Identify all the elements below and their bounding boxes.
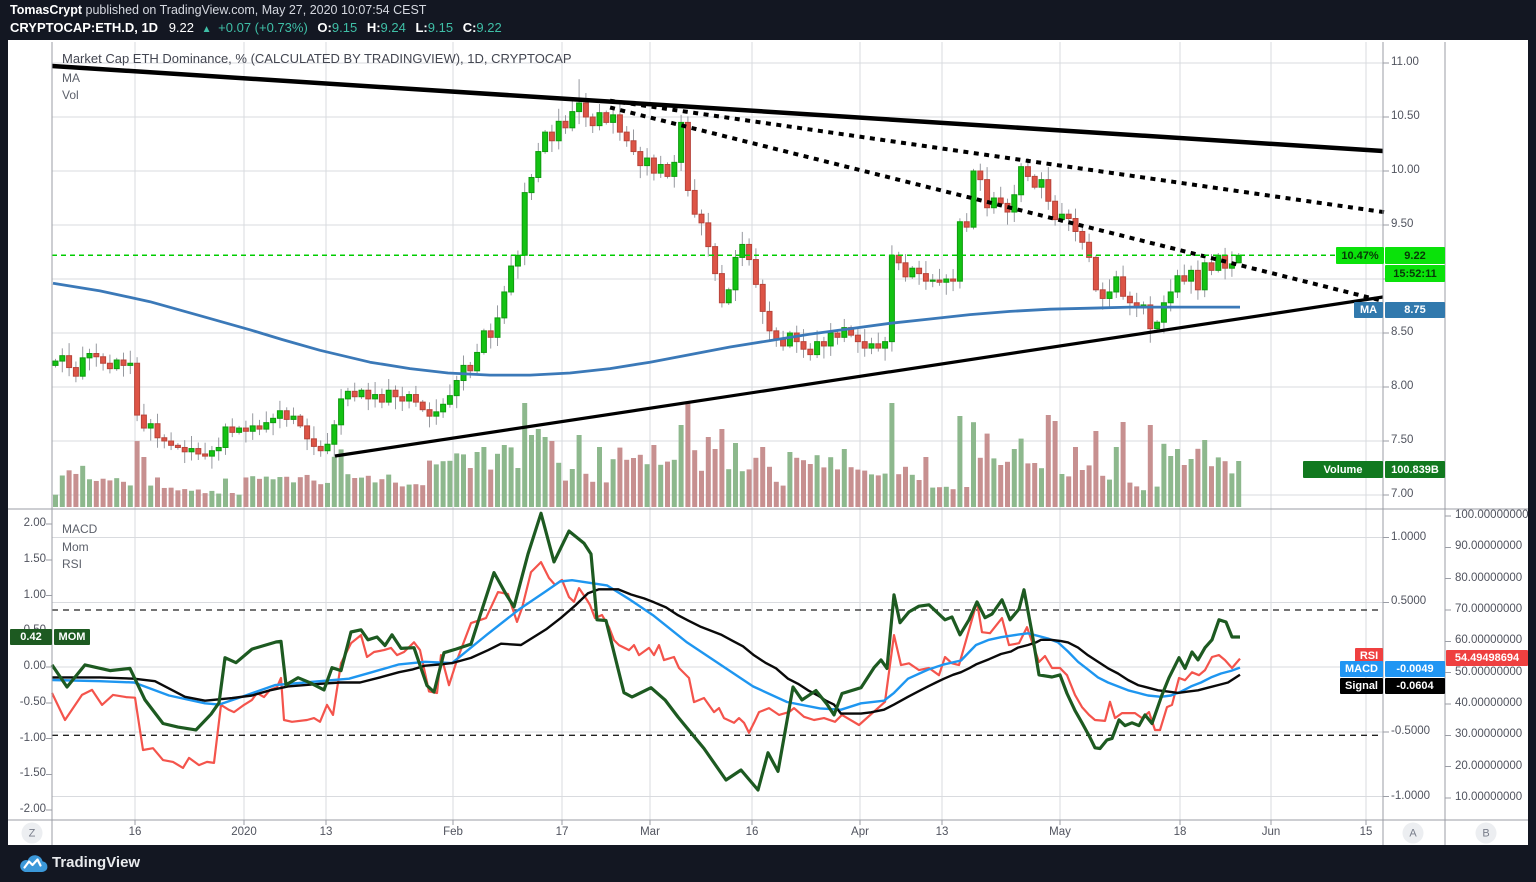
- time-axis-label: 13: [319, 826, 333, 838]
- rsi-axis-label: 80.00000000: [1455, 571, 1523, 584]
- volume-edge-tag: Volume: [1303, 461, 1383, 478]
- time-axis-label: May: [1049, 826, 1071, 838]
- rsi-axis-label: 30.00000000: [1455, 728, 1523, 741]
- signal-edge-tag: Signal: [1340, 678, 1383, 694]
- time-axis-label: Apr: [851, 826, 869, 838]
- price-axis-label: 8.00: [1391, 380, 1414, 392]
- rsi-axis-label: 10.00000000: [1455, 790, 1523, 803]
- time-axis-label: 17: [555, 826, 569, 838]
- legend-mom[interactable]: Mom: [62, 540, 89, 554]
- rsi-axis-label: 100.00000000: [1455, 509, 1529, 521]
- rsi-axis-label: 50.00000000: [1455, 665, 1523, 678]
- mom-edge-tag: MOM: [54, 629, 90, 645]
- macd-axis-label: 1.0000: [1391, 530, 1427, 543]
- symbol-bar: CRYPTOCAP:ETH.D, 1D 9.22 ▲ +0.07 (+0.73%…: [10, 20, 502, 35]
- timezone-badge[interactable]: Z: [21, 822, 43, 844]
- chart-title: Market Cap ETH Dominance, % (CALCULATED …: [62, 51, 572, 66]
- legend-macd[interactable]: MACD: [62, 522, 97, 536]
- mom-axis-label: -1.50: [19, 767, 46, 780]
- current-price-tag: 9.22: [1385, 247, 1445, 264]
- macd-value-tag: -0.0049: [1385, 661, 1445, 677]
- time-axis-label: 18: [1173, 826, 1187, 838]
- ma-edge-tag: MA: [1354, 302, 1383, 318]
- price-axis-label: 7.50: [1391, 434, 1414, 446]
- axis-b-badge[interactable]: B: [1475, 822, 1497, 844]
- time-axis-label: 2020: [231, 826, 257, 838]
- time-axis-label: Mar: [640, 826, 660, 838]
- close-value: 9.22: [476, 20, 502, 35]
- price-axis-label: 11.00: [1391, 56, 1419, 68]
- open-value: 9.15: [331, 20, 358, 35]
- publish-meta: published on TradingView.com, May 27, 20…: [82, 3, 427, 17]
- time-axis-label: Feb: [443, 826, 463, 838]
- time-axis-label: 16: [128, 826, 142, 838]
- price-axis-label: 10.50: [1391, 110, 1420, 122]
- chart-area[interactable]: Market Cap ETH Dominance, % (CALCULATED …: [8, 40, 1529, 845]
- chart-canvas[interactable]: [8, 40, 1528, 845]
- tradingview-logo-icon[interactable]: [16, 852, 48, 876]
- percent-tag: 10.47%: [1336, 247, 1384, 264]
- rsi-axis-label: 60.00000000: [1455, 634, 1523, 647]
- axis-a-badge[interactable]: A: [1402, 822, 1424, 844]
- mom-axis-label: 1.00: [23, 588, 46, 601]
- low-value: 9.15: [427, 20, 454, 35]
- open-label: O:: [317, 20, 332, 35]
- rsi-value-tag: 54.49498694: [1446, 650, 1528, 666]
- price-axis-label: 8.50: [1391, 326, 1414, 338]
- publish-header: TomasCrypt published on TradingView.com,…: [0, 0, 1536, 40]
- macd-edge-tag: MACD: [1340, 661, 1383, 677]
- change-up-icon: ▲: [201, 24, 212, 35]
- symbol-name: CRYPTOCAP:ETH.D, 1D: [10, 20, 159, 35]
- signal-value-tag: -0.0604: [1385, 678, 1445, 694]
- high-value: 9.24: [380, 20, 406, 35]
- time-axis-label: 16: [745, 826, 759, 838]
- brand-name[interactable]: TradingView: [52, 854, 140, 871]
- tradingview-published-chart: TomasCrypt published on TradingView.com,…: [0, 0, 1536, 882]
- price-axis-label: 9.50: [1391, 218, 1414, 230]
- time-axis-label: 13: [935, 826, 949, 838]
- rsi-axis-label: 70.00000000: [1455, 602, 1523, 615]
- price-axis-label: 7.00: [1391, 488, 1414, 500]
- price-change: +0.07 (+0.73%): [218, 20, 308, 35]
- macd-axis-label: -0.5000: [1391, 724, 1431, 737]
- macd-axis-label: -1.0000: [1391, 789, 1431, 802]
- rsi-axis-label: 20.00000000: [1455, 759, 1523, 772]
- rsi-axis-label: 90.00000000: [1455, 540, 1523, 553]
- countdown-tag: 15:52:11: [1385, 265, 1445, 282]
- macd-axis-label: 0.5000: [1391, 595, 1427, 608]
- close-label: C:: [462, 20, 477, 35]
- low-label: L:: [415, 20, 428, 35]
- time-axis-label: 15: [1359, 826, 1373, 838]
- mom-axis-label: 0.00: [23, 660, 46, 672]
- rsi-axis-label: 40.00000000: [1455, 696, 1523, 709]
- time-axis-label: Jun: [1261, 826, 1281, 838]
- ma-value-tag: 8.75: [1385, 302, 1445, 318]
- publisher-name: TomasCrypt: [10, 3, 83, 17]
- mom-axis-label: -1.00: [19, 731, 46, 744]
- mom-axis-label: -2.00: [19, 803, 46, 815]
- legend-rsi[interactable]: RSI: [62, 557, 82, 571]
- mom-axis-label: 2.00: [23, 517, 46, 529]
- legend-ma[interactable]: MA: [62, 71, 80, 85]
- price-axis-label: 10.00: [1391, 164, 1420, 176]
- footer: TradingView: [0, 845, 1536, 882]
- legend-vol[interactable]: Vol: [62, 88, 79, 102]
- last-price: 9.22: [168, 20, 195, 35]
- high-label: H:: [366, 20, 381, 35]
- publish-info: TomasCrypt published on TradingView.com,…: [10, 3, 426, 17]
- mom-value-tag: 0.42: [10, 629, 52, 645]
- mom-axis-label: 1.50: [23, 552, 46, 565]
- volume-value-tag: 100.839B: [1385, 461, 1445, 478]
- mom-axis-label: -0.50: [19, 695, 46, 708]
